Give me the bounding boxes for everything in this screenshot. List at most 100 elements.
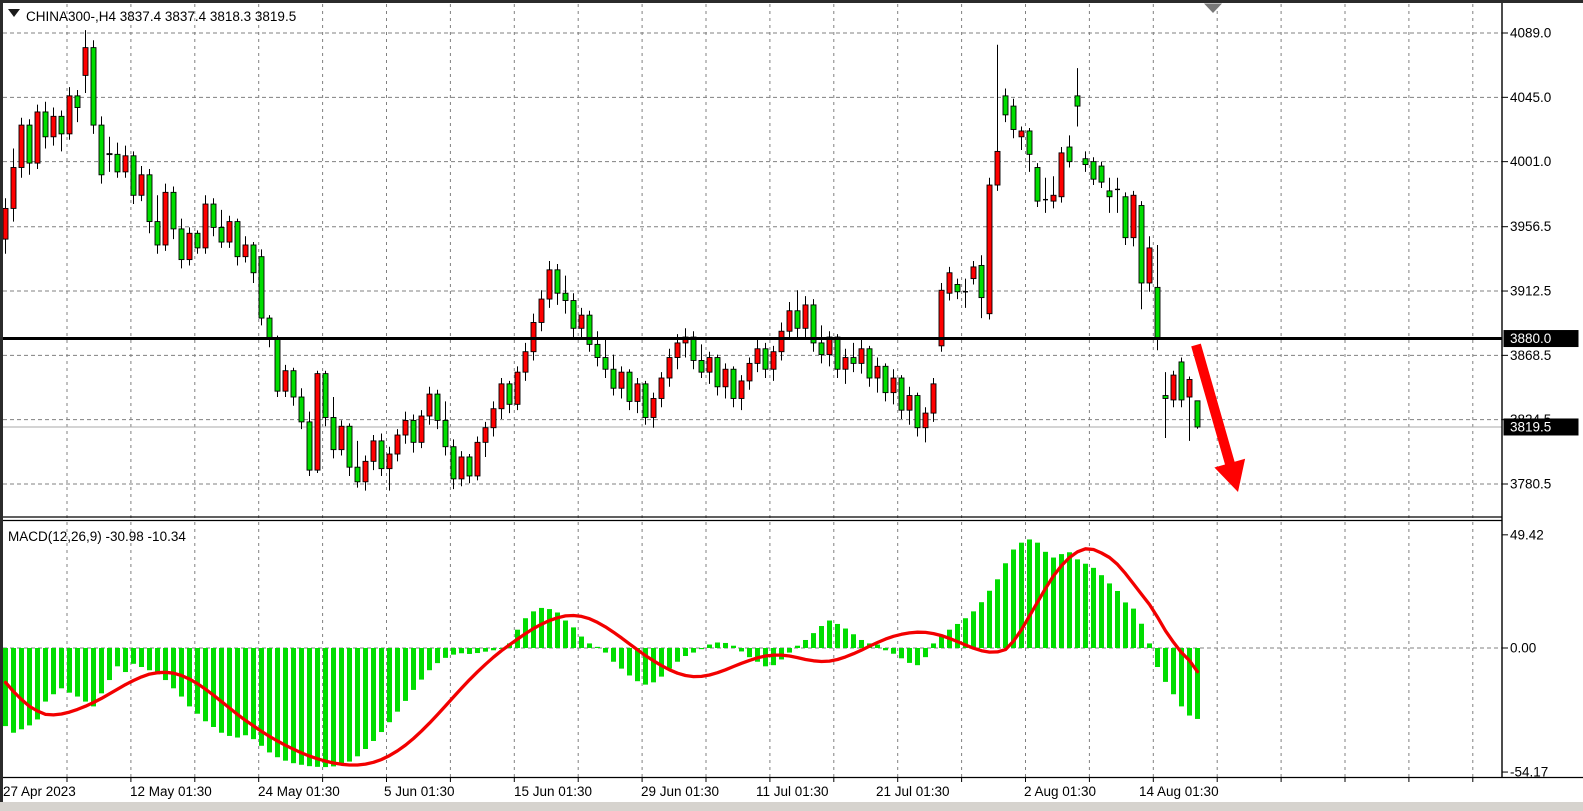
macd-histogram-bar (587, 643, 592, 648)
macd-histogram-bar (99, 648, 104, 693)
bear-candle (955, 284, 960, 291)
chart-title: CHINA300-,H4 3837.4 3837.4 3818.3 3819.5 (26, 9, 296, 24)
bull-candle (907, 396, 912, 411)
bull-candle (635, 384, 640, 402)
macd-histogram-bar (699, 648, 704, 649)
bear-candle (267, 318, 272, 338)
bull-candle (659, 378, 664, 398)
macd-histogram-bar (1075, 559, 1080, 648)
macd-histogram-bar (571, 627, 576, 648)
bear-candle (155, 222, 160, 245)
bull-candle (987, 185, 992, 314)
macd-histogram-bar (299, 648, 304, 765)
bear-candle (347, 426, 352, 467)
bear-candle (1099, 166, 1104, 182)
bear-candle (435, 394, 440, 420)
window-bottom-border (0, 802, 1583, 811)
macd-histogram-bar (539, 608, 544, 648)
macd-histogram-bar (363, 648, 368, 749)
macd-histogram-bar (563, 621, 568, 648)
bull-candle (803, 305, 808, 328)
bear-candle (1067, 147, 1072, 162)
bear-candle (1155, 287, 1160, 338)
macd-histogram-bar (435, 648, 440, 663)
bear-candle (171, 192, 176, 229)
bull-candle (859, 349, 864, 364)
macd-histogram-bar (795, 646, 800, 648)
bear-candle (99, 125, 104, 175)
bear-candle (467, 457, 472, 476)
bull-candle (667, 358, 672, 378)
bear-candle (819, 343, 824, 355)
macd-histogram-bar (955, 624, 960, 648)
bull-candle (339, 426, 344, 449)
bull-candle (243, 245, 248, 257)
bear-candle (115, 154, 120, 172)
macd-histogram-bar (371, 648, 376, 741)
bull-candle (739, 381, 744, 399)
bear-candle (299, 397, 304, 422)
bear-candle (1195, 401, 1200, 427)
macd-tick-label: 0.00 (1510, 641, 1536, 656)
bull-candle (187, 233, 192, 259)
bear-candle (595, 344, 600, 357)
bear-candle (795, 311, 800, 329)
price-tick-label: 4089.0 (1510, 26, 1551, 41)
macd-histogram-bar (1139, 624, 1144, 648)
time-tick-label: 14 Aug 01:30 (1139, 784, 1219, 799)
bear-candle (867, 349, 872, 378)
bull-candle (675, 343, 680, 358)
bear-candle (131, 156, 136, 195)
macd-histogram-bar (131, 648, 136, 664)
bear-candle (611, 369, 616, 388)
macd-histogram-bar (691, 648, 696, 653)
bear-candle (555, 270, 560, 293)
bull-candle (779, 331, 784, 351)
bull-candle (83, 48, 88, 76)
bull-candle (771, 352, 776, 370)
macd-histogram-bar (19, 648, 24, 729)
bull-candle (547, 270, 552, 299)
bear-candle (355, 467, 360, 482)
macd-histogram-bar (611, 648, 616, 662)
macd-histogram-bar (203, 648, 208, 721)
macd-histogram-bar (147, 648, 152, 670)
bear-candle (643, 384, 648, 418)
bear-candle (835, 337, 840, 369)
bull-candle (995, 151, 1000, 185)
bear-candle (411, 420, 416, 442)
macd-histogram-bar (723, 643, 728, 648)
bear-candle (219, 227, 224, 242)
bull-candle (1051, 195, 1056, 201)
bull-candle (427, 394, 432, 416)
bear-candle (715, 358, 720, 387)
macd-histogram-bar (827, 621, 832, 648)
bear-candle (291, 371, 296, 397)
macd-histogram-bar (1155, 648, 1160, 667)
macd-histogram-bar (91, 648, 96, 706)
bear-candle (307, 422, 312, 470)
macd-histogram-bar (459, 648, 464, 653)
macd-histogram-bar (123, 648, 128, 672)
macd-histogram-bar (907, 648, 912, 663)
price-tick-label: 3912.5 (1510, 284, 1551, 299)
time-tick-label: 27 Apr 2023 (3, 784, 76, 799)
macd-histogram-bar (1179, 648, 1184, 706)
bull-candle (419, 416, 424, 442)
bear-candle (1179, 362, 1184, 400)
macd-histogram-bar (659, 648, 664, 677)
bull-candle (971, 267, 976, 279)
macd-histogram-bar (675, 648, 680, 662)
bull-candle (387, 454, 392, 469)
bear-candle (323, 374, 328, 418)
bear-candle (899, 378, 904, 410)
bear-candle (691, 337, 696, 360)
macd-histogram-bar (1099, 575, 1104, 648)
bull-candle (931, 384, 936, 413)
bull-candle (707, 358, 712, 373)
macd-histogram-bar (315, 648, 320, 767)
macd-histogram-bar (355, 648, 360, 756)
bear-candle (75, 96, 80, 108)
time-tick-label: 21 Jul 01:30 (876, 784, 950, 799)
macd-histogram-bar (227, 648, 232, 736)
